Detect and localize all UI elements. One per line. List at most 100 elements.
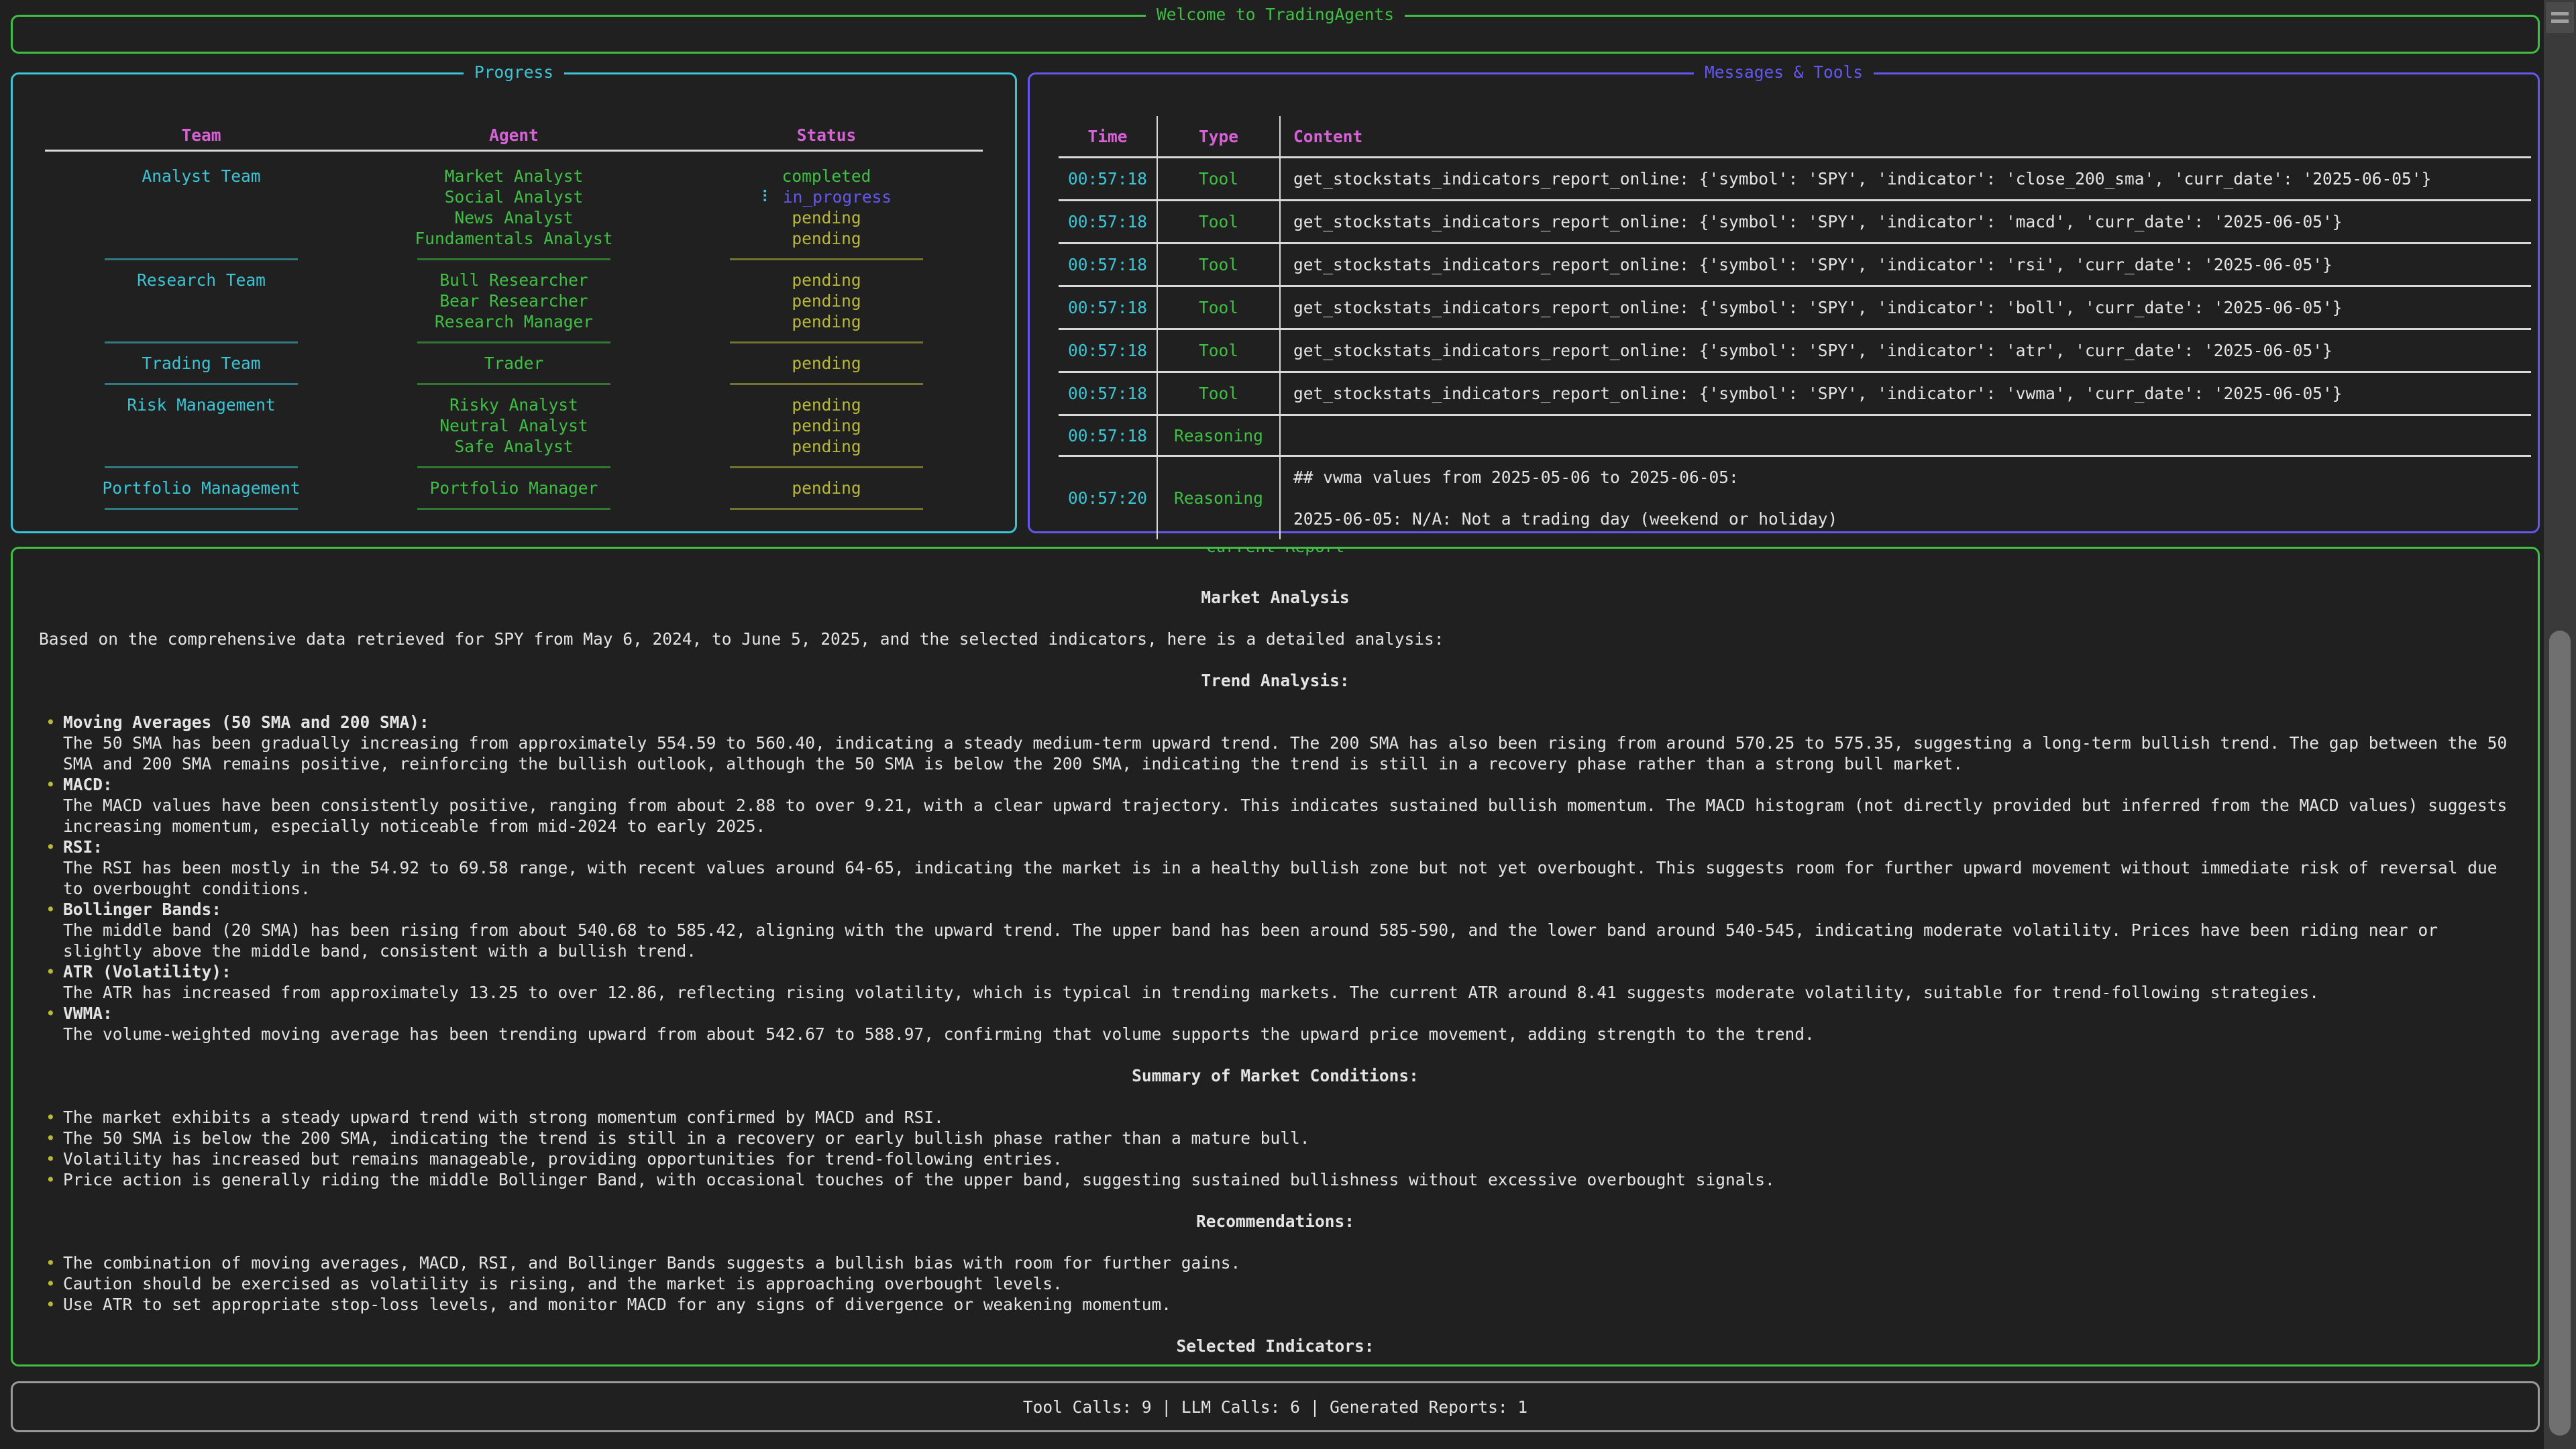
welcome-panel: Welcome to TradingAgents bbox=[11, 15, 2540, 54]
progress-row: Risk ManagementRisky Analyst pending bbox=[45, 394, 983, 415]
tradingagents-terminal: Welcome to TradingAgents Progress Team A… bbox=[0, 0, 2576, 1449]
team-cell bbox=[45, 207, 358, 228]
progress-panel-title: Progress bbox=[464, 62, 564, 83]
agent-cell: Safe Analyst bbox=[358, 436, 670, 457]
message-row: 00:57:18Toolget_stockstats_indicators_re… bbox=[1059, 285, 2531, 328]
scrollbar-track[interactable] bbox=[2544, 0, 2576, 1449]
group-separator bbox=[45, 498, 983, 519]
bullet-body: Caution should be exercised as volatilit… bbox=[63, 1274, 1063, 1293]
progress-col-header-agent: Agent bbox=[358, 125, 670, 146]
agent-cell: News Analyst bbox=[358, 207, 670, 228]
content-cell: ## vwma values from 2025-05-06 to 2025-0… bbox=[1281, 457, 2531, 539]
bullet-body: The market exhibits a steady upward tren… bbox=[63, 1108, 944, 1127]
progress-row: Trading TeamTraderpending bbox=[45, 353, 983, 374]
agent-cell: Risky Analyst bbox=[358, 394, 670, 415]
progress-table-header: Team Agent Status bbox=[45, 125, 983, 146]
agent-cell: Portfolio Manager bbox=[358, 478, 670, 498]
separator-line bbox=[105, 466, 299, 468]
agent-cell: Neutral Analyst bbox=[358, 415, 670, 436]
group-separator bbox=[45, 332, 983, 353]
status-badge: pending bbox=[792, 437, 861, 456]
time-cell: 00:57:18 bbox=[1059, 330, 1158, 371]
type-cell: Tool bbox=[1158, 373, 1281, 414]
message-row: 00:57:18Reasoning bbox=[1059, 414, 2531, 455]
team-cell bbox=[45, 290, 358, 311]
status-cell: pending bbox=[670, 436, 983, 457]
content-cell: get_stockstats_indicators_report_online:… bbox=[1281, 158, 2531, 199]
bullet-list: The market exhibits a steady upward tren… bbox=[39, 1107, 2512, 1190]
message-row: 00:57:18Toolget_stockstats_indicators_re… bbox=[1059, 242, 2531, 285]
team-cell bbox=[45, 436, 358, 457]
type-cell: Tool bbox=[1158, 244, 1281, 285]
bullet-title: MACD: bbox=[63, 774, 2512, 795]
messages-col-header-content: Content bbox=[1281, 116, 2531, 156]
progress-row: Analyst TeamMarket Analystcompleted bbox=[45, 166, 983, 186]
bullet-list: The combination of moving averages, MACD… bbox=[39, 1252, 2512, 1315]
status-cell: pending bbox=[670, 415, 983, 436]
report-bullet: The combination of moving averages, MACD… bbox=[39, 1252, 2512, 1273]
agent-cell: Bull Researcher bbox=[358, 270, 670, 290]
team-cell: Analyst Team bbox=[45, 166, 358, 186]
bullet-body: The middle band (20 SMA) has been rising… bbox=[63, 920, 2438, 961]
progress-header-separator bbox=[45, 150, 983, 152]
content-cell: get_stockstats_indicators_report_online:… bbox=[1281, 373, 2531, 414]
spinner-icon: ⠇ bbox=[761, 187, 773, 207]
time-cell: 00:57:18 bbox=[1059, 287, 1158, 328]
separator-line bbox=[105, 383, 299, 385]
report-sections: Trend Analysis: Moving Averages (50 SMA a… bbox=[39, 670, 2512, 1356]
content-cell bbox=[1281, 416, 2531, 455]
progress-row: Fundamentals Analystpending bbox=[45, 228, 983, 249]
team-cell: Portfolio Management bbox=[45, 478, 358, 498]
status-badge: pending bbox=[792, 270, 861, 290]
type-cell: Tool bbox=[1158, 287, 1281, 328]
section-heading: Recommendations: bbox=[39, 1211, 2512, 1232]
progress-row: Safe Analyst pending bbox=[45, 436, 983, 457]
team-cell bbox=[45, 228, 358, 249]
agent-cell: Social Analyst bbox=[358, 186, 670, 207]
report-bullet: VWMA:The volume-weighted moving average … bbox=[39, 1003, 2512, 1044]
report-bullet: RSI:The RSI has been mostly in the 54.92… bbox=[39, 837, 2512, 899]
team-cell bbox=[45, 415, 358, 436]
messages-col-header-type: Type bbox=[1158, 116, 1281, 156]
team-cell: Research Team bbox=[45, 270, 358, 290]
bullet-body: The volume-weighted moving average has b… bbox=[63, 1024, 1815, 1044]
separator-line bbox=[730, 383, 924, 385]
type-cell: Tool bbox=[1158, 201, 1281, 242]
bullet-body: The ATR has increased from approximately… bbox=[63, 983, 2319, 1002]
section-heading: Trend Analysis: bbox=[39, 670, 2512, 691]
scrollbar-thumb[interactable] bbox=[2549, 631, 2571, 1436]
messages-col-header-time: Time bbox=[1059, 116, 1158, 156]
stats-panel: Tool Calls: 9 | LLM Calls: 6 | Generated… bbox=[11, 1381, 2540, 1432]
messages-panel: Messages & Tools Time Type Content 00:57… bbox=[1028, 72, 2540, 533]
type-cell: Reasoning bbox=[1158, 416, 1281, 455]
bullet-body: The combination of moving averages, MACD… bbox=[63, 1253, 1240, 1273]
bullet-body: Use ATR to set appropriate stop-loss lev… bbox=[63, 1295, 1171, 1314]
content-cell: get_stockstats_indicators_report_online:… bbox=[1281, 201, 2531, 242]
content-cell: get_stockstats_indicators_report_online:… bbox=[1281, 287, 2531, 328]
separator-line bbox=[730, 258, 924, 260]
stats-text: Tool Calls: 9 | LLM Calls: 6 | Generated… bbox=[1023, 1397, 1527, 1417]
agent-cell: Fundamentals Analyst bbox=[358, 228, 670, 249]
menu-icon[interactable] bbox=[2546, 2, 2574, 33]
time-cell: 00:57:18 bbox=[1059, 416, 1158, 455]
messages-table: Time Type Content 00:57:18Toolget_stocks… bbox=[1059, 116, 2531, 539]
bullet-list: Moving Averages (50 SMA and 200 SMA):The… bbox=[39, 712, 2512, 1044]
status-badge: completed bbox=[782, 166, 871, 186]
message-row: 00:57:18Toolget_stockstats_indicators_re… bbox=[1059, 328, 2531, 371]
status-cell: pending bbox=[670, 353, 983, 374]
team-cell: Risk Management bbox=[45, 394, 358, 415]
bullet-body: Volatility has increased but remains man… bbox=[63, 1149, 1063, 1169]
bullet-title: ATR (Volatility): bbox=[63, 961, 2512, 982]
status-badge: pending bbox=[792, 416, 861, 435]
progress-panel: Progress Team Agent Status Analyst TeamM… bbox=[11, 72, 1017, 533]
report-bullet: Caution should be exercised as volatilit… bbox=[39, 1273, 2512, 1294]
progress-row: Research Managerpending bbox=[45, 311, 983, 332]
content-cell: get_stockstats_indicators_report_online:… bbox=[1281, 244, 2531, 285]
separator-line bbox=[417, 383, 611, 385]
bullet-title: Bollinger Bands: bbox=[63, 899, 2512, 920]
status-badge: pending bbox=[792, 395, 861, 415]
status-badge: pending bbox=[792, 354, 861, 373]
message-row: 00:57:18Toolget_stockstats_indicators_re… bbox=[1059, 371, 2531, 414]
report-bullet: Use ATR to set appropriate stop-loss lev… bbox=[39, 1294, 2512, 1315]
status-cell: pending bbox=[670, 270, 983, 290]
